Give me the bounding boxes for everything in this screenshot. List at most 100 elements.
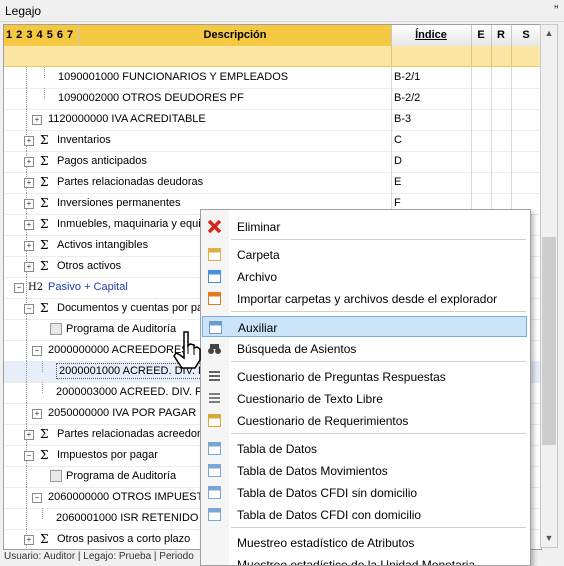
expand-icon[interactable]: + — [24, 220, 34, 230]
expand-icon[interactable]: + — [24, 136, 34, 146]
levels-header[interactable]: 1 2 3 4 5 6 7 * — [4, 25, 79, 62]
menu-item-tabla-de-datos[interactable]: Tabla de Datos — [202, 438, 527, 459]
menu-item-importar-carpetas-y-archivos-desde-el-explorador[interactable]: Importar carpetas y archivos desde el ex… — [202, 288, 527, 309]
row-index: F — [394, 197, 401, 209]
description-column-header[interactable]: Descripción — [79, 25, 392, 46]
row-description: Pagos anticipados — [57, 155, 147, 167]
pin-icon[interactable]: ᵸ — [554, 3, 558, 14]
collapse-icon[interactable]: − — [14, 283, 24, 293]
row-description: 2060000000 OTROS IMPUESTOS — [48, 491, 219, 503]
row-description: 2000000000 ACREEDORES — [48, 344, 189, 356]
row-description: 2000003000 ACREED. DIV. PF — [56, 386, 210, 398]
menu-item-eliminar[interactable]: Eliminar — [202, 216, 527, 237]
s-column-header[interactable]: S — [511, 25, 541, 46]
menu-item-label: Archivo — [237, 270, 278, 284]
ledger-icon — [208, 320, 223, 335]
row-description: Programa de Auditoría — [66, 323, 177, 335]
menu-item-archivo[interactable]: Archivo — [202, 266, 527, 287]
menu-item-b-squeda-de-asientos[interactable]: Búsqueda de Asientos — [202, 338, 527, 359]
menu-item-muestreo-estad-stico-de-la-unidad-monetaria[interactable]: Muestreo estadístico de la Unidad Moneta… — [202, 554, 527, 566]
menu-item-label: Eliminar — [237, 220, 281, 234]
collapse-icon[interactable]: − — [24, 304, 34, 314]
table-row[interactable]: 1090002000 OTROS DEUDORES PF B-2/2 — [4, 88, 541, 110]
menu-item-cuestionario-de-texto-libre[interactable]: Cuestionario de Texto Libre — [202, 388, 527, 409]
hand-pointer-cursor-icon — [173, 331, 201, 369]
menu-item-label: Muestreo estadístico de Atributos — [237, 536, 415, 550]
row-index: D — [394, 155, 402, 167]
index-column-header[interactable]: Índice — [391, 25, 472, 46]
table-row[interactable]: + Σ Pagos anticipados D — [4, 151, 541, 173]
table-row[interactable]: 1090001000 FUNCIONARIOS Y EMPLEADOS B-2/1 — [4, 67, 541, 89]
table-row[interactable]: + Σ Partes relacionadas deudoras E — [4, 172, 541, 194]
expand-icon[interactable]: + — [24, 178, 34, 188]
filter-row[interactable] — [4, 46, 541, 67]
row-description: Partes relacionadas acreedoras — [57, 428, 213, 440]
delete-x-icon — [207, 219, 222, 234]
collapse-icon[interactable]: − — [32, 493, 42, 503]
scroll-down-icon[interactable]: ▼ — [541, 530, 557, 547]
collapse-icon[interactable]: − — [24, 451, 34, 461]
row-index: E — [394, 176, 402, 188]
text-lines-icon — [207, 391, 222, 406]
menu-item-label: Búsqueda de Asientos — [237, 342, 357, 356]
menu-item-label: Tabla de Datos Movimientos — [237, 464, 388, 478]
menu-item-cuestionario-de-requerimientos[interactable]: Cuestionario de Requerimientos — [202, 410, 527, 431]
requirements-icon — [207, 413, 222, 428]
menu-separator — [231, 433, 526, 434]
row-description: Impuestos por pagar — [57, 449, 158, 461]
expand-icon[interactable]: + — [24, 430, 34, 440]
table-row[interactable]: +1120000000 IVA ACREDITABLE B-3 — [4, 109, 541, 131]
document-icon — [50, 470, 62, 482]
expand-icon[interactable]: + — [24, 262, 34, 272]
row-index: B-2/2 — [394, 92, 421, 104]
menu-item-cuestionario-de-preguntas-respuestas[interactable]: Cuestionario de Preguntas Respuestas — [202, 366, 527, 387]
menu-item-label: Muestreo estadístico de la Unidad Moneta… — [237, 558, 476, 566]
context-menu[interactable]: Eliminar Carpeta Archivo Importar carpetas … — [200, 209, 531, 566]
menu-item-tabla-de-datos-cfdi-con-domicilio[interactable]: Tabla de Datos CFDI con domicilio — [202, 504, 527, 525]
file-add-icon — [207, 269, 222, 284]
sigma-icon: Σ — [40, 427, 49, 441]
row-description: Inmuebles, maquinaria y equipo — [57, 218, 213, 230]
vertical-scrollbar[interactable]: ▲ ▼ — [540, 24, 558, 548]
menu-separator — [231, 311, 526, 312]
grid-header: 1 2 3 4 5 6 7 * Descripción Índice E R S — [4, 25, 541, 62]
sigma-icon: Σ — [40, 196, 49, 210]
expand-icon[interactable]: + — [24, 157, 34, 167]
table-row[interactable]: + Σ Inventarios C — [4, 130, 541, 152]
row-description: 1090001000 FUNCIONARIOS Y EMPLEADOS — [58, 71, 289, 83]
menu-item-label: Cuestionario de Preguntas Respuestas — [237, 370, 446, 384]
menu-item-label: Auxiliar — [238, 321, 278, 335]
menu-item-label: Tabla de Datos — [237, 442, 318, 456]
row-description: 2050000000 IVA POR PAGAR — [48, 407, 197, 419]
sigma-icon: Σ — [40, 154, 49, 168]
menu-item-label: Carpeta — [237, 248, 280, 262]
expand-icon[interactable]: + — [24, 535, 34, 545]
menu-item-label: Importar carpetas y archivos desde el ex… — [237, 292, 498, 306]
list-icon — [207, 369, 222, 384]
folder-add-icon — [207, 247, 222, 262]
e-column-header[interactable]: E — [471, 25, 492, 46]
sigma-icon: Σ — [40, 238, 49, 252]
menu-item-carpeta[interactable]: Carpeta — [202, 244, 527, 265]
expand-icon[interactable]: + — [32, 115, 42, 125]
expand-icon[interactable]: + — [24, 199, 34, 209]
search-binoculars-icon — [207, 341, 222, 356]
row-description: 2060001000 ISR RETENIDO — [56, 512, 199, 524]
table-icon — [207, 485, 222, 500]
row-index: C — [394, 134, 402, 146]
sigma-icon: Σ — [40, 259, 49, 273]
menu-item-tabla-de-datos-cfdi-sin-domicilio[interactable]: Tabla de Datos CFDI sin domicilio — [202, 482, 527, 503]
r-column-header[interactable]: R — [491, 25, 512, 46]
scroll-thumb[interactable] — [542, 237, 556, 445]
expand-icon[interactable]: + — [32, 409, 42, 419]
collapse-icon[interactable]: − — [32, 346, 42, 356]
expand-icon[interactable]: + — [24, 241, 34, 251]
menu-item-label: Tabla de Datos CFDI sin domicilio — [237, 486, 418, 500]
menu-item-auxiliar[interactable]: Auxiliar — [202, 316, 527, 337]
row-description: Otros pasivos a corto plazo — [57, 533, 191, 545]
row-description: Partes relacionadas deudoras — [57, 176, 204, 188]
menu-item-muestreo-estad-stico-de-atributos[interactable]: Muestreo estadístico de Atributos — [202, 532, 527, 553]
menu-item-tabla-de-datos-movimientos[interactable]: Tabla de Datos Movimientos — [202, 460, 527, 481]
row-description: 1090002000 OTROS DEUDORES PF — [58, 92, 244, 104]
scroll-up-icon[interactable]: ▲ — [541, 25, 557, 42]
